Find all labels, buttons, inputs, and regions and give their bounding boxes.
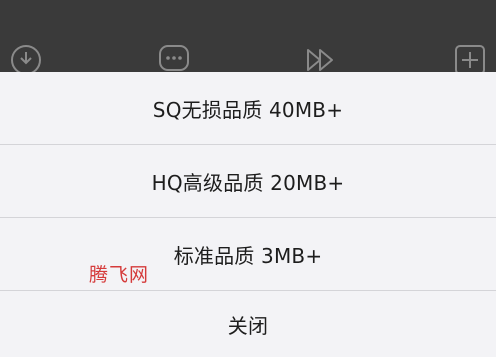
option-sq-lossless[interactable]: SQ无损品质 40MB+ [0, 72, 496, 144]
watermark: 腾飞网 [89, 264, 150, 286]
close-label: 关闭 [227, 313, 269, 338]
option-label: HQ高级品质 20MB+ [151, 170, 345, 195]
player-toolbar [0, 0, 496, 75]
option-hq-high[interactable]: HQ高级品质 20MB+ [0, 145, 496, 217]
option-label: SQ无损品质 40MB+ [152, 97, 344, 122]
quality-action-sheet: SQ无损品质 40MB+ HQ高级品质 20MB+ 标准品质 3MB+ 关闭 [0, 72, 496, 357]
option-label: 标准品质 3MB+ [173, 243, 323, 268]
option-standard[interactable]: 标准品质 3MB+ [0, 218, 496, 290]
close-button[interactable]: 关闭 [0, 291, 496, 357]
